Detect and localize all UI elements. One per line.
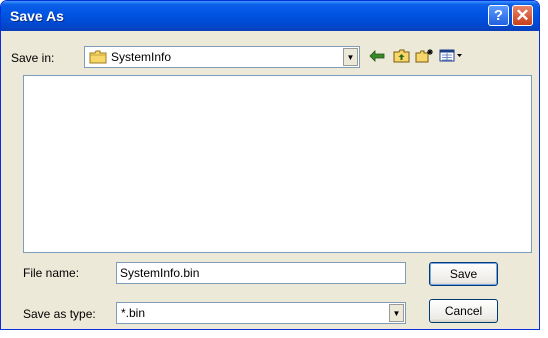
- file-name-label: File name:: [23, 266, 80, 280]
- save-as-type-label: Save as type:: [23, 307, 96, 321]
- folder-icon: [89, 50, 107, 67]
- save-as-type-value: *.bin: [121, 306, 146, 320]
- save-as-dialog: Save As ? ✕ Save in: SystemInfo ▼ File n…: [0, 0, 540, 330]
- chevron-down-icon: ▼: [392, 308, 401, 318]
- help-icon: ?: [493, 7, 504, 24]
- close-button[interactable]: ✕: [512, 5, 533, 26]
- view-menu-button[interactable]: [438, 49, 464, 65]
- help-button[interactable]: ?: [488, 5, 509, 26]
- save-button[interactable]: Save: [429, 262, 498, 286]
- title-bar[interactable]: Save As ? ✕: [1, 1, 539, 31]
- save-in-dropdown-arrow[interactable]: ▼: [343, 48, 358, 66]
- dialog-title: Save As: [10, 8, 64, 24]
- file-list-view[interactable]: [23, 75, 532, 253]
- back-arrow-icon: [369, 49, 385, 65]
- chevron-down-icon: ▼: [346, 52, 355, 62]
- view-menu-icon: [439, 49, 463, 65]
- save-as-type-dropdown-arrow[interactable]: ▼: [389, 304, 404, 322]
- save-as-type-dropdown[interactable]: *.bin ▼: [116, 302, 406, 324]
- close-icon: ✕: [515, 5, 530, 25]
- new-folder-button[interactable]: [415, 49, 433, 65]
- save-in-dropdown[interactable]: SystemInfo ▼: [84, 46, 360, 68]
- cancel-button[interactable]: Cancel: [429, 299, 498, 323]
- up-one-level-button[interactable]: [392, 49, 410, 65]
- new-folder-icon: [415, 48, 434, 66]
- up-folder-icon: [393, 49, 410, 66]
- file-name-field[interactable]: SystemInfo.bin: [116, 262, 406, 284]
- save-in-value: SystemInfo: [111, 50, 172, 64]
- back-button[interactable]: [368, 49, 386, 65]
- save-in-label: Save in:: [11, 51, 55, 65]
